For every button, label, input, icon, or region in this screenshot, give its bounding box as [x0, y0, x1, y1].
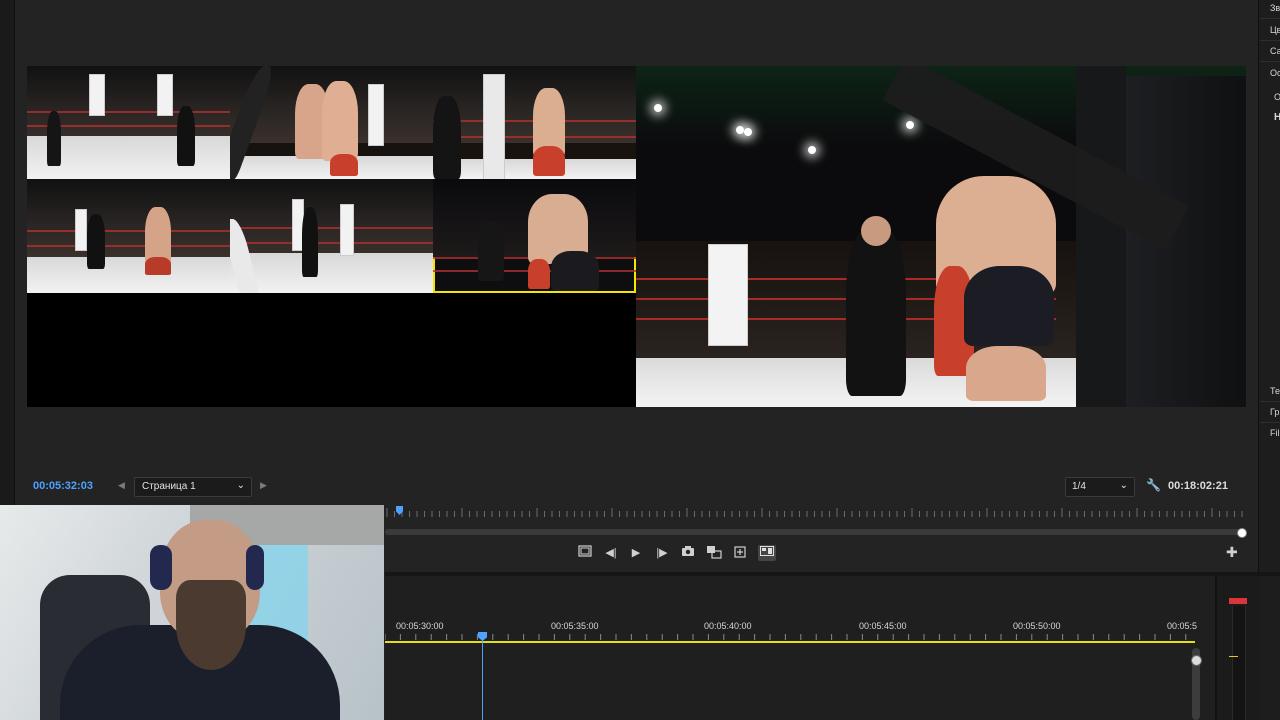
timeline-ruler-label: 00:05:5: [1167, 621, 1198, 631]
monitor-time-ruler[interactable]: [385, 505, 1245, 519]
prev-page-icon[interactable]: ◀: [118, 480, 125, 491]
panel-item[interactable]: Fil: [1270, 428, 1280, 438]
panel-item[interactable]: Зв: [1270, 3, 1280, 13]
camera-angle-2[interactable]: [230, 66, 433, 179]
safe-margins-icon[interactable]: [577, 545, 593, 561]
panel-divider: [1260, 401, 1280, 402]
overwrite-icon[interactable]: [732, 545, 748, 561]
timeline-playhead-line[interactable]: [482, 636, 483, 720]
page-dropdown[interactable]: Страница 1 ⌄: [134, 477, 252, 497]
panel-divider: [1260, 61, 1280, 62]
panel-item[interactable]: Гр: [1270, 407, 1279, 417]
timeline-ruler-label: 00:05:35:00: [551, 621, 599, 631]
audio-peak-indicator: [1229, 598, 1247, 604]
timeline-ruler-label: 00:05:50:00: [1013, 621, 1061, 631]
camera-export-frame-icon[interactable]: [680, 545, 696, 561]
program-preview[interactable]: [636, 66, 1246, 407]
panel-divider: [1260, 18, 1280, 19]
add-button-icon[interactable]: ✚: [1226, 544, 1238, 561]
camera-angle-3[interactable]: [433, 66, 636, 179]
current-timecode[interactable]: 00:05:32:03: [33, 480, 93, 492]
multicam-toggle-icon[interactable]: [758, 545, 776, 561]
webcam-overlay: [0, 505, 384, 720]
step-back-icon[interactable]: ◀|: [603, 545, 619, 561]
multicam-program-monitor[interactable]: [27, 66, 1246, 407]
work-area-bar[interactable]: [385, 641, 1195, 643]
camera-angle-6-selected[interactable]: [433, 179, 636, 293]
timeline-panel[interactable]: [385, 576, 1215, 720]
panel-divider: [1260, 422, 1280, 423]
timeline-ruler-label: 00:05:30:00: [396, 621, 444, 631]
audio-level-marker: [1229, 656, 1238, 657]
timeline-ruler-label: 00:05:45:00: [859, 621, 907, 631]
camera-angle-5[interactable]: [230, 179, 433, 293]
panel-divider: [1260, 40, 1280, 41]
wrench-icon[interactable]: 🔧: [1146, 478, 1161, 492]
panel-item: Н: [1274, 112, 1280, 123]
panel-item[interactable]: Цв: [1270, 25, 1280, 35]
step-forward-icon[interactable]: |▶: [654, 545, 670, 561]
next-page-icon[interactable]: ▶: [260, 480, 267, 491]
insert-icon[interactable]: [706, 545, 722, 561]
zoom-scrollbar[interactable]: [385, 529, 1241, 535]
camera-angle-1[interactable]: [27, 66, 230, 179]
timeline-scroll-handle[interactable]: [1191, 655, 1202, 666]
effect-controls-panel: Зв Цв Са Ос О Н Те Гр Fil: [1258, 0, 1280, 720]
panel-item: О: [1274, 92, 1280, 102]
resolution-value: 1/4: [1072, 481, 1086, 492]
panel-item[interactable]: Ос: [1270, 68, 1280, 78]
timeline-ruler[interactable]: [385, 632, 1195, 640]
left-panel-edge: [0, 0, 15, 505]
timeline-ruler-label: 00:05:40:00: [704, 621, 752, 631]
chevron-down-icon: ⌄: [1119, 480, 1128, 491]
audio-meter: [1232, 606, 1246, 720]
camera-angle-4[interactable]: [27, 179, 230, 293]
panel-item[interactable]: Те: [1270, 386, 1280, 396]
play-icon[interactable]: ▶: [628, 545, 644, 561]
playback-resolution-dropdown[interactable]: 1/4 ⌄: [1065, 477, 1135, 497]
chevron-down-icon: ⌄: [236, 480, 245, 491]
panel-item[interactable]: Са: [1270, 46, 1280, 56]
page-dropdown-value: Страница 1: [142, 481, 196, 492]
duration-timecode: 00:18:02:21: [1168, 480, 1228, 492]
zoom-scrollbar-handle[interactable]: [1237, 528, 1247, 538]
